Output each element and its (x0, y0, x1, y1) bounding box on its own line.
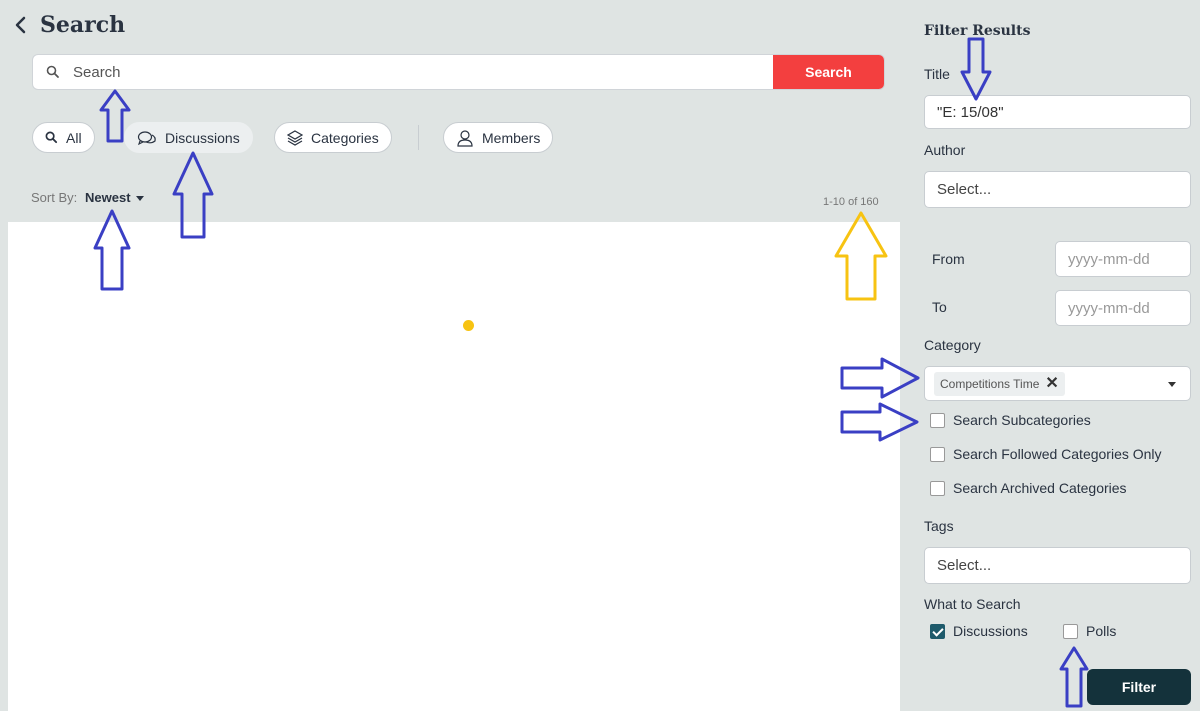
checkbox-label: Search Archived Categories (953, 480, 1127, 496)
search-input[interactable] (73, 55, 773, 89)
search-button[interactable]: Search (773, 55, 884, 89)
category-token: Competitions Time ✕ (934, 372, 1065, 396)
tab-label: Members (482, 129, 541, 146)
discussions-icon (137, 130, 156, 145)
tab-categories[interactable]: Categories (274, 122, 392, 153)
checkbox-label: Polls (1086, 623, 1117, 639)
tags-select[interactable]: Select... (924, 547, 1191, 584)
annotation-arrow-down-icon (960, 37, 992, 101)
checkbox[interactable] (930, 480, 945, 496)
search-subcategories-checkbox[interactable]: Search Subcategories (930, 412, 1091, 428)
annotation-arrow-up-icon (1059, 646, 1089, 708)
back-arrow-icon[interactable] (12, 14, 30, 36)
checkbox-label: Discussions (953, 623, 1028, 639)
checkbox[interactable] (930, 412, 945, 428)
filter-panel-title: Filter Results (924, 23, 1031, 39)
to-date-input[interactable]: yyyy-mm-dd (1055, 290, 1191, 326)
close-icon[interactable]: ✕ (1045, 376, 1058, 392)
category-label: Category (924, 337, 981, 353)
from-label: From (932, 251, 965, 267)
polls-checkbox[interactable]: Polls (1063, 623, 1116, 639)
search-icon (33, 55, 73, 89)
results-count: 1-10 of 160 (823, 196, 879, 208)
category-token-label: Competitions Time (940, 377, 1040, 391)
sort-label: Sort By: (31, 190, 78, 205)
author-select[interactable]: Select... (924, 171, 1191, 208)
search-bar: Search (32, 54, 885, 90)
sort-dropdown[interactable]: Newest (85, 190, 131, 205)
tags-label: Tags (924, 518, 954, 534)
layers-icon (287, 129, 303, 146)
what-to-search-label: What to Search (924, 596, 1021, 612)
tab-members[interactable]: Members (443, 122, 554, 153)
search-archived-checkbox[interactable]: Search Archived Categories (930, 480, 1127, 496)
checkbox[interactable] (930, 623, 945, 639)
title-label: Title (924, 66, 950, 82)
checkbox[interactable] (930, 446, 945, 462)
checkbox-label: Search Followed Categories Only (953, 446, 1162, 462)
from-date-input[interactable]: yyyy-mm-dd (1055, 241, 1191, 277)
search-icon (45, 131, 58, 144)
person-icon (457, 129, 473, 147)
page-title: Search (40, 12, 126, 38)
loading-indicator (463, 320, 474, 331)
tab-label: All (66, 129, 82, 146)
checkbox[interactable] (1063, 623, 1078, 639)
chevron-down-icon[interactable] (136, 196, 144, 201)
category-select[interactable]: Competitions Time ✕ (924, 366, 1191, 401)
chevron-down-icon[interactable] (1168, 382, 1176, 387)
search-followed-checkbox[interactable]: Search Followed Categories Only (930, 446, 1162, 462)
results-list (8, 222, 900, 711)
checkbox-label: Search Subcategories (953, 412, 1091, 428)
tab-discussions[interactable]: Discussions (124, 122, 253, 153)
tab-label: Categories (311, 129, 379, 146)
filter-button[interactable]: Filter (1087, 669, 1191, 705)
tab-divider (418, 125, 419, 150)
tab-all[interactable]: All (32, 122, 95, 153)
to-label: To (932, 299, 947, 315)
tab-label: Discussions (165, 129, 240, 146)
author-label: Author (924, 142, 966, 158)
title-input[interactable]: "E: 15/08" (924, 95, 1191, 129)
discussions-checkbox[interactable]: Discussions (930, 623, 1028, 639)
